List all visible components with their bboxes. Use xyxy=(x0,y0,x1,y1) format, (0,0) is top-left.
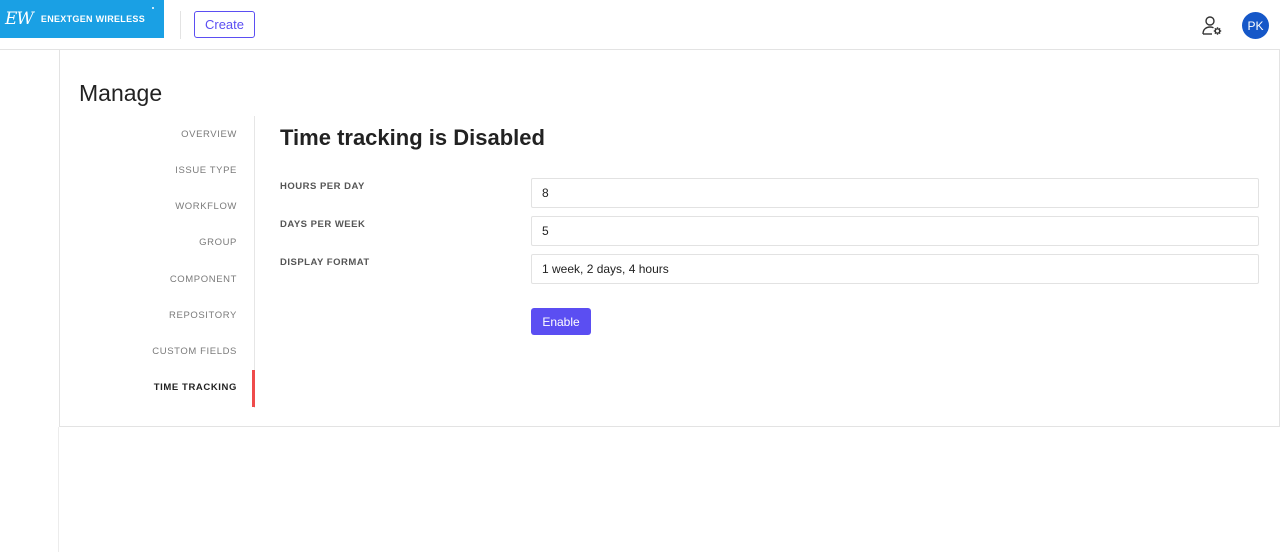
days-per-week-field[interactable]: 5 xyxy=(531,216,1259,246)
display-format-field[interactable]: 1 week, 2 days, 4 hours xyxy=(531,254,1259,284)
enable-button[interactable]: Enable xyxy=(531,308,591,335)
manage-menu: OVERVIEW ISSUE TYPE WORKFLOW GROUP COMPO… xyxy=(60,116,255,408)
page-title: Manage xyxy=(79,80,163,106)
sidebar-item-issue-type[interactable]: ISSUE TYPE xyxy=(175,165,237,176)
sidebar-item-time-tracking[interactable]: TIME TRACKING xyxy=(154,382,237,393)
sidebar-item-group[interactable]: GROUP xyxy=(199,237,237,248)
logo-dot xyxy=(152,7,154,9)
sidebar-item-component[interactable]: COMPONENT xyxy=(170,274,237,285)
hours-per-day-label: HOURS PER DAY xyxy=(280,181,365,192)
days-per-week-label: DAYS PER WEEK xyxy=(280,219,366,230)
section-title: Time tracking is Disabled xyxy=(280,125,545,150)
sidebar-item-workflow[interactable]: WORKFLOW xyxy=(175,201,237,212)
logo-mark: EW xyxy=(5,9,34,29)
sidebar-item-repository[interactable]: REPOSITORY xyxy=(169,310,237,321)
left-rail-divider xyxy=(58,427,59,552)
user-gear-icon[interactable] xyxy=(1200,14,1224,38)
logo-text: ENEXTGEN WIRELESS xyxy=(40,14,146,24)
display-format-label: DISPLAY FORMAT xyxy=(280,257,370,268)
avatar[interactable]: PK xyxy=(1242,12,1269,39)
brand-logo[interactable]: EW ENEXTGEN WIRELESS xyxy=(0,0,164,38)
top-bar: EW ENEXTGEN WIRELESS Create PK xyxy=(0,0,1280,50)
sidebar-item-overview[interactable]: OVERVIEW xyxy=(181,129,237,140)
sidebar-item-custom-fields[interactable]: CUSTOM FIELDS xyxy=(152,346,237,357)
create-button[interactable]: Create xyxy=(194,11,255,38)
hours-per-day-field[interactable]: 8 xyxy=(531,178,1259,208)
active-item-indicator xyxy=(252,370,255,407)
header-divider xyxy=(180,11,181,39)
